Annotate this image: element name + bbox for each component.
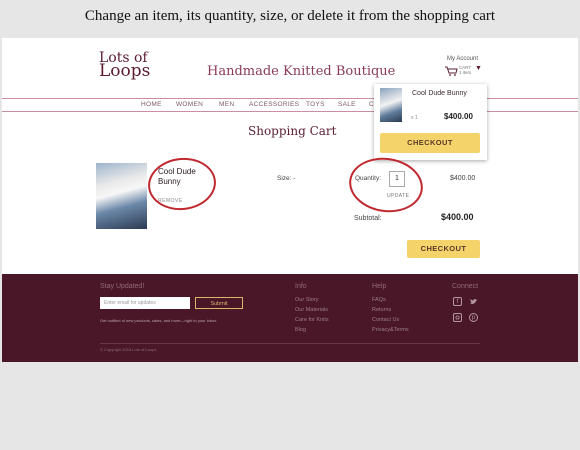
logo-line-2: Loops bbox=[99, 61, 151, 81]
nav-men[interactable]: MEN bbox=[219, 101, 234, 108]
nav-sale[interactable]: SALE bbox=[338, 101, 356, 108]
stay-updated-heading: Stay Updated! bbox=[100, 283, 145, 290]
nav-accessories[interactable]: ACCESSORIES bbox=[249, 101, 299, 108]
footer-link-our-story[interactable]: Our Story bbox=[295, 297, 319, 303]
main-nav: HOME WOMEN MEN ACCESSORIES TOYS SALE C bbox=[2, 98, 578, 112]
subtotal-label: Subtotal: bbox=[354, 215, 382, 222]
nav-toys[interactable]: TOYS bbox=[306, 101, 325, 108]
page-title: Shopping Cart bbox=[248, 124, 337, 138]
twitter-icon[interactable] bbox=[469, 297, 478, 306]
footer-link-blog[interactable]: Blog bbox=[295, 327, 306, 333]
mini-cart-product-name[interactable]: Cool Dude Bunny bbox=[412, 90, 467, 97]
annotation-circle-product bbox=[145, 154, 219, 214]
info-heading: Info bbox=[295, 283, 307, 290]
annotation-circle-quantity bbox=[345, 153, 427, 217]
mini-cart-product-image[interactable] bbox=[380, 88, 402, 122]
footer-link-privacy[interactable]: Privacy&Terms bbox=[372, 327, 409, 333]
footer-link-returns[interactable]: Returns bbox=[372, 307, 391, 313]
checkout-button[interactable]: CHECKOUT bbox=[407, 240, 480, 258]
brand-tagline: Handmade Knitted Boutique bbox=[207, 64, 396, 79]
connect-heading: Connect bbox=[452, 283, 479, 290]
facebook-icon[interactable]: f bbox=[453, 297, 462, 306]
footer-link-contact[interactable]: Contact Us bbox=[372, 317, 399, 323]
site-footer: Stay Updated! Enter email for updates Su… bbox=[2, 274, 578, 362]
tutorial-caption: Change an item, its quantity, size, or d… bbox=[84, 8, 496, 24]
cart-button[interactable]: CART 1 item ▼ bbox=[445, 65, 483, 77]
nav-home[interactable]: HOME bbox=[141, 101, 162, 108]
pinterest-icon[interactable]: p bbox=[469, 313, 478, 322]
chevron-down-icon: ▼ bbox=[475, 65, 482, 72]
subtotal-value: $400.00 bbox=[441, 212, 474, 222]
mini-cart-dropdown: Cool Dude Bunny x 1 $400.00 CHECKOUT bbox=[374, 84, 487, 160]
cart-count: 1 item bbox=[459, 70, 472, 75]
size-label: Size: - bbox=[277, 175, 296, 182]
my-account-link[interactable]: My Account bbox=[447, 56, 478, 62]
footer-link-our-materials[interactable]: Our Materials bbox=[295, 307, 328, 313]
submit-button[interactable]: Submit bbox=[195, 297, 243, 309]
line-item-price: $400.00 bbox=[450, 175, 476, 182]
nav-women[interactable]: WOMEN bbox=[176, 101, 203, 108]
mini-cart-price: $400.00 bbox=[444, 112, 473, 121]
footer-link-care[interactable]: Care for Knits bbox=[295, 317, 329, 323]
shop-page: Lots of Loops Handmade Knitted Boutique … bbox=[2, 38, 578, 362]
instagram-icon[interactable] bbox=[453, 313, 462, 322]
newsletter-note: Get notified of new products, sales, and… bbox=[100, 318, 218, 323]
mini-cart-qty: x 1 bbox=[411, 115, 418, 121]
shopping-cart-icon bbox=[445, 66, 458, 76]
footer-link-faqs[interactable]: FAQs bbox=[372, 297, 386, 303]
copyright: © Copyright 2015 Lots of Loops bbox=[100, 347, 157, 352]
footer-divider bbox=[100, 343, 480, 344]
site-logo[interactable]: Lots of Loops bbox=[99, 51, 151, 81]
mini-cart-checkout-button[interactable]: CHECKOUT bbox=[380, 133, 480, 153]
cart-product-image[interactable] bbox=[96, 163, 147, 229]
email-field[interactable]: Enter email for updates bbox=[100, 297, 190, 309]
help-heading: Help bbox=[372, 283, 387, 290]
